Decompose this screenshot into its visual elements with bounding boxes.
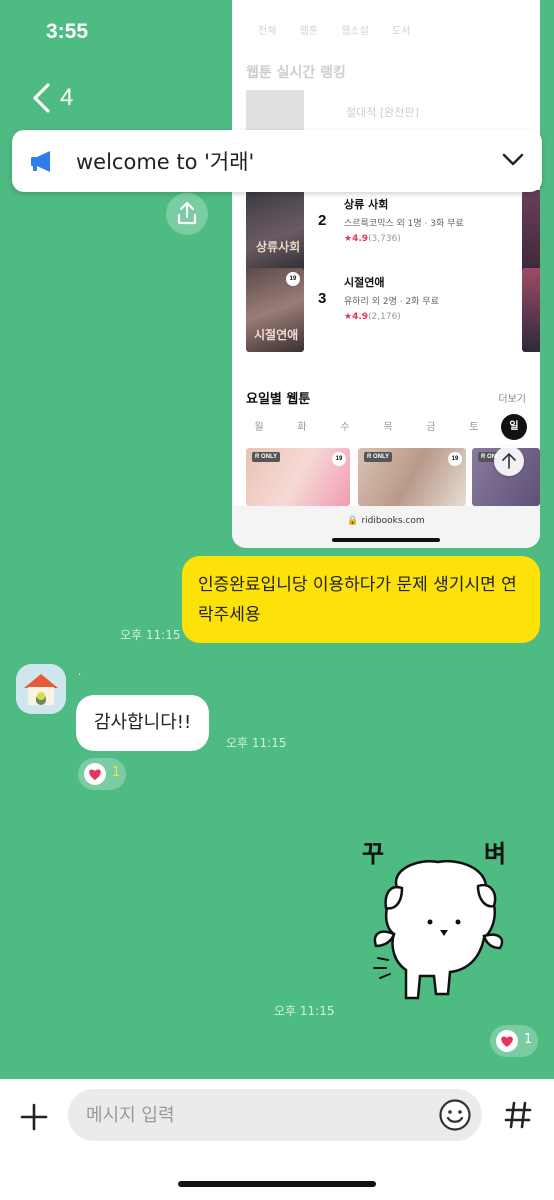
day-tab: 월 bbox=[254, 422, 264, 433]
hashtag-icon[interactable] bbox=[502, 1099, 534, 1131]
day-tab: 금 bbox=[426, 422, 436, 433]
sent-message-text: 인증완료입니당 이용하다가 문제 생기시면 연락주세용 bbox=[198, 575, 517, 625]
plus-icon[interactable] bbox=[16, 1099, 52, 1135]
chevron-down-icon[interactable] bbox=[502, 152, 524, 168]
screenshot-home-indicator bbox=[332, 538, 440, 542]
faded-first-item: 절대적 [완전판] bbox=[346, 106, 419, 119]
received-message-text: 감사합니다!! bbox=[94, 712, 192, 733]
day-tabs: 월 화 수 목 금 토 일 bbox=[246, 414, 540, 442]
faded-tab: 웹툰 bbox=[299, 26, 318, 37]
faded-tab: 전체 bbox=[258, 26, 277, 37]
emoji-icon[interactable] bbox=[438, 1098, 472, 1132]
webtoon-thumbnail: 19 시절연애 bbox=[246, 268, 304, 352]
megaphone-icon bbox=[31, 151, 50, 172]
message-time: 오후 11:15 bbox=[120, 628, 181, 642]
reaction-badge[interactable]: 1 bbox=[78, 758, 126, 790]
status-time: 3:55 bbox=[46, 20, 89, 43]
faded-tab: 도서 bbox=[391, 26, 411, 37]
message-input-bar bbox=[0, 1079, 554, 1200]
sent-message-bubble[interactable]: 인증완료입니당 이용하다가 문제 생기시면 연락주세용 bbox=[182, 556, 540, 643]
heart-icon bbox=[496, 1030, 518, 1052]
shared-screenshot-image[interactable]: 전체 웹툰 웹소설 도서 웹툰 실시간 랭킹 절대적 [완전판] 상류사회 2 … bbox=[232, 0, 540, 548]
webtoon-title: 상류 사회 bbox=[344, 198, 389, 211]
day-tab: 화 bbox=[297, 422, 307, 433]
scroll-top-icon bbox=[494, 446, 524, 476]
day-tab: 수 bbox=[340, 422, 350, 433]
day-thumbnail: R ONLY 19 bbox=[246, 448, 350, 506]
member-count: 4 bbox=[60, 84, 74, 111]
reaction-badge[interactable]: 1 bbox=[490, 1025, 538, 1057]
faded-tab: 웹소설 bbox=[341, 26, 369, 37]
side-thumbnail bbox=[522, 190, 540, 274]
webtoon-rating: ★4.9(2,176) bbox=[344, 312, 401, 322]
rank-number: 3 bbox=[318, 290, 327, 307]
webtoon-meta: 유하리 외 2명 · 2화 무료 bbox=[344, 297, 439, 307]
home-indicator bbox=[178, 1181, 376, 1187]
dog-illustration bbox=[373, 859, 504, 1000]
webtoon-rating: ★4.9(3,736) bbox=[344, 234, 401, 244]
rank-number: 2 bbox=[318, 212, 327, 229]
faded-header-area: 전체 웹툰 웹소설 도서 웹툰 실시간 랭킹 절대적 [완전판] bbox=[232, 0, 540, 150]
avatar[interactable] bbox=[16, 664, 66, 714]
faded-tabs: 전체 웹툰 웹소설 도서 bbox=[258, 22, 430, 37]
day-tab-active: 일 bbox=[501, 414, 527, 440]
notice-text: welcome to '거래' bbox=[76, 150, 255, 174]
share-icon[interactable] bbox=[166, 193, 208, 235]
notice-banner[interactable]: welcome to '거래' bbox=[12, 130, 542, 192]
day-section-title: 요일별 웹툰 bbox=[246, 392, 311, 407]
dog-sticker[interactable]: 꾸 벼 bbox=[358, 830, 528, 1006]
message-time: 오후 11:15 bbox=[274, 1004, 335, 1018]
more-link: 더보기 bbox=[498, 394, 526, 405]
message-input[interactable] bbox=[68, 1089, 482, 1141]
webtoon-title: 시절연애 bbox=[344, 276, 385, 289]
ranking-row: 상류사회 2 상류 사회 스르륵코믹스 외 1명 · 3화 무료 ★4.9(3,… bbox=[246, 190, 540, 274]
heart-icon bbox=[84, 763, 106, 785]
day-thumbnail: R ONLY 19 bbox=[358, 448, 466, 506]
received-message-bubble[interactable]: 감사합니다!! bbox=[76, 695, 210, 751]
webtoon-thumbnail: 상류사회 bbox=[246, 190, 304, 274]
message-time: 오후 11:15 bbox=[226, 736, 287, 750]
back-icon[interactable] bbox=[30, 82, 52, 114]
sender-name: · bbox=[78, 670, 82, 681]
url-text: 🔒 ridibooks.com bbox=[347, 516, 425, 526]
side-thumbnail bbox=[522, 268, 540, 352]
reaction-count: 1 bbox=[112, 765, 121, 780]
ranking-row: 19 시절연애 3 시절연애 유하리 외 2명 · 2화 무료 ★4.9(2,1… bbox=[246, 268, 540, 352]
webtoon-meta: 스르륵코믹스 외 1명 · 3화 무료 bbox=[344, 219, 464, 229]
browser-url-bar: 🔒 ridibooks.com bbox=[232, 506, 540, 548]
age-19-badge: 19 bbox=[286, 272, 300, 286]
day-tab: 토 bbox=[469, 422, 479, 433]
day-tab: 목 bbox=[383, 422, 393, 433]
faded-ranking-title: 웹툰 실시간 랭킹 bbox=[246, 65, 346, 81]
reaction-count: 1 bbox=[524, 1032, 533, 1047]
